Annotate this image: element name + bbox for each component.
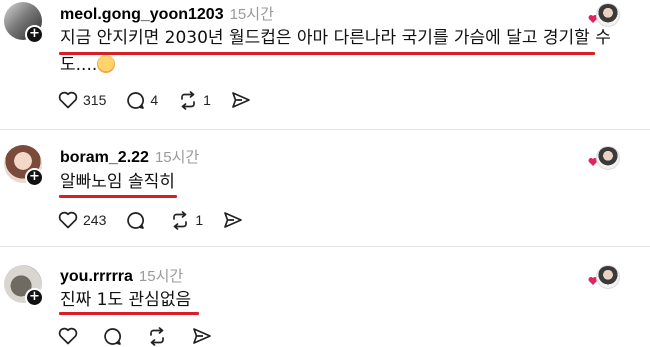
action-bar: 243 1	[58, 209, 268, 231]
share-button[interactable]	[231, 91, 256, 109]
comment-item: + boram_2.22 15시간 알빠노임 솔직히 243 1	[0, 138, 650, 243]
red-underline	[59, 52, 595, 55]
comment-text-line-1: 알빠노임 솔직히	[60, 172, 175, 192]
author-reply-avatar[interactable]	[596, 3, 620, 27]
follow-plus-icon[interactable]: +	[25, 288, 44, 307]
share-button[interactable]	[223, 211, 248, 229]
like-button[interactable]: 243	[58, 211, 106, 229]
timestamp: 15시간	[138, 268, 184, 285]
author-reply-avatar[interactable]	[596, 146, 620, 170]
like-button[interactable]: 315	[58, 91, 106, 109]
comment-header: boram_2.22 15시간	[60, 146, 199, 167]
reply-button[interactable]	[103, 327, 127, 346]
username[interactable]: meol.gong_yoon1203	[60, 6, 224, 23]
divider	[0, 246, 650, 247]
send-icon	[224, 212, 243, 228]
timestamp: 15시간	[154, 149, 200, 166]
comment-item: + meol.gong_yoon1203 15시간 지금 안지키면 2030년 월…	[0, 0, 650, 120]
comment-text-line-1: 진짜 1도 관심없음	[60, 290, 192, 310]
avatar-container[interactable]: +	[4, 2, 46, 44]
comment-text: 진짜 1도 관심없음	[60, 289, 191, 312]
like-count: 243	[83, 212, 107, 228]
repost-icon	[173, 210, 188, 230]
red-underline	[59, 312, 199, 315]
comment-header: you.rrrrra 15시간	[60, 265, 183, 286]
heart-icon	[58, 211, 78, 229]
flushed-face-emoji-icon	[97, 55, 116, 73]
username[interactable]: boram_2.22	[60, 149, 149, 166]
username[interactable]: you.rrrrra	[60, 268, 133, 285]
action-bar	[58, 325, 237, 347]
comment-bubble-icon	[127, 211, 145, 229]
comment-item: + you.rrrrra 15시간 진짜 1도 관심없음	[0, 255, 650, 346]
repost-button[interactable]: 1	[178, 90, 211, 110]
comment-bubble-icon	[127, 91, 145, 109]
comment-text: 알빠노임 솔직히	[60, 171, 175, 194]
avatar-container[interactable]: +	[4, 145, 46, 187]
send-icon	[232, 92, 250, 108]
red-underline	[59, 195, 177, 198]
repost-button[interactable]: 1	[170, 210, 204, 230]
action-bar: 315 4 1	[58, 89, 276, 111]
comment-bubble-icon	[104, 327, 121, 345]
repost-count: 1	[203, 92, 211, 108]
follow-plus-icon[interactable]: +	[25, 168, 44, 187]
heart-icon	[58, 91, 78, 109]
repost-icon	[181, 90, 196, 110]
repost-icon	[150, 326, 164, 346]
reply-button[interactable]	[126, 211, 150, 230]
divider	[0, 129, 650, 130]
comment-text-line-2: 도....	[60, 54, 611, 77]
reply-count: 4	[150, 92, 159, 108]
avatar-container[interactable]: +	[4, 265, 46, 307]
like-count: 315	[83, 92, 107, 108]
comment-header: meol.gong_yoon1203 15시간	[60, 3, 274, 24]
author-reply-avatar[interactable]	[596, 265, 620, 289]
timestamp: 15시간	[229, 6, 274, 23]
follow-plus-icon[interactable]: +	[25, 25, 44, 44]
comment-text-line-1: 지금 안지키면 2030년 월드컵은 아마 다른나라 국기를 가슴에 달고 경기…	[60, 28, 611, 48]
reply-button[interactable]: 4	[126, 91, 158, 110]
repost-button[interactable]	[147, 326, 172, 346]
repost-count: 1	[195, 212, 204, 228]
